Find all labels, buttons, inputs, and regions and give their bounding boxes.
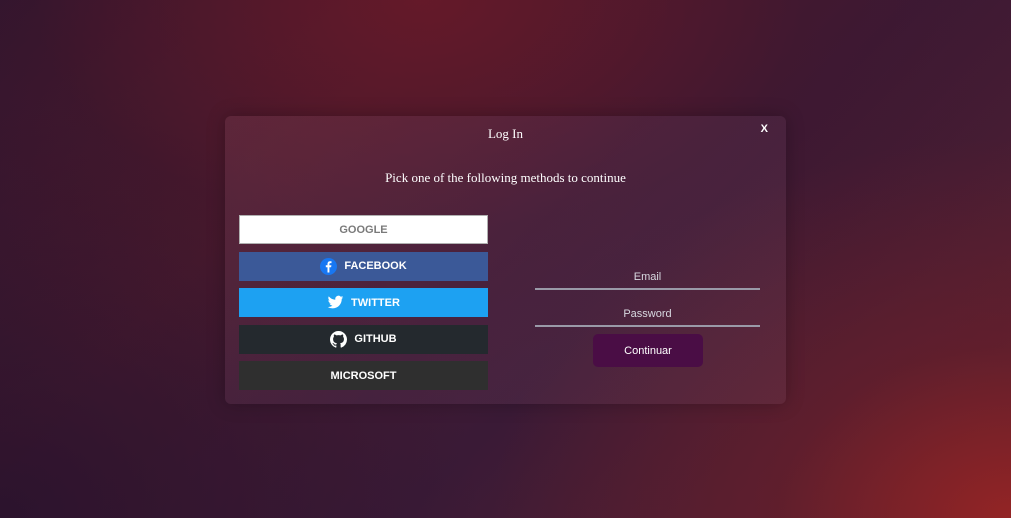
facebook-icon xyxy=(320,257,338,275)
facebook-login-button[interactable]: FACEBOOK xyxy=(239,251,488,281)
twitter-button-label: TWITTER xyxy=(351,296,400,309)
google-button-label: GOOGLE xyxy=(339,223,388,236)
login-modal: Log In X Pick one of the following metho… xyxy=(225,116,786,404)
google-login-button[interactable]: GOOGLE xyxy=(239,215,488,244)
provider-list: GOOGLE FACEBOOK TWITTER GITHUB MICROSOFT xyxy=(239,215,488,398)
continue-button[interactable]: Continuar xyxy=(593,334,703,367)
login-form: Continuar xyxy=(535,266,760,367)
modal-subtitle: Pick one of the following methods to con… xyxy=(385,170,626,185)
twitter-icon xyxy=(327,294,344,311)
microsoft-login-button[interactable]: MICROSOFT xyxy=(239,361,488,390)
email-input[interactable] xyxy=(535,266,760,288)
github-login-button[interactable]: GITHUB xyxy=(239,324,488,354)
close-button[interactable]: X xyxy=(761,123,768,135)
password-input[interactable] xyxy=(535,303,760,325)
github-icon xyxy=(330,330,348,348)
password-field-wrapper xyxy=(535,303,760,327)
github-button-label: GITHUB xyxy=(354,333,397,345)
twitter-login-button[interactable]: TWITTER xyxy=(239,288,488,317)
facebook-button-label: FACEBOOK xyxy=(344,260,407,272)
modal-title: Log In xyxy=(487,126,524,141)
email-field-wrapper xyxy=(535,266,760,290)
microsoft-button-label: MICROSOFT xyxy=(330,369,397,382)
